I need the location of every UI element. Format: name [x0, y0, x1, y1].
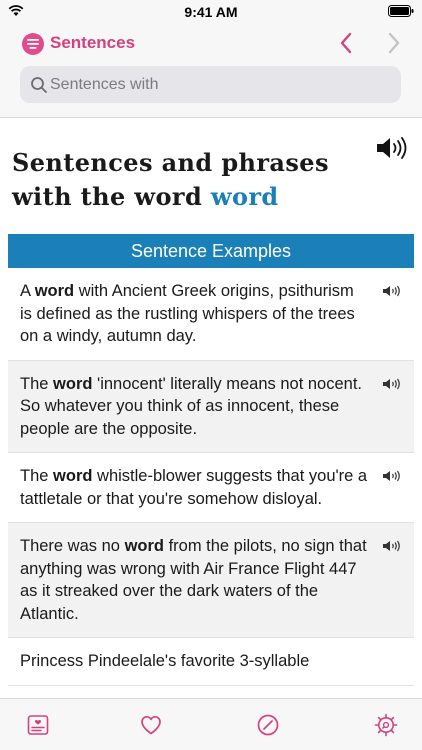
flashcard-icon[interactable] — [26, 713, 50, 737]
speaker-icon[interactable] — [382, 539, 402, 553]
sentence-text: The word whistle-blower suggests that yo… — [20, 467, 368, 508]
list-item[interactable]: A word with Ancient Greek origins, psith… — [8, 268, 414, 361]
list-item[interactable]: Princess Pindeelale's favorite 3-syllabl… — [8, 638, 414, 686]
speaker-icon[interactable] — [382, 469, 402, 483]
status-time: 9:41 AM — [184, 4, 238, 20]
speaker-icon[interactable] — [382, 377, 402, 391]
sentence-text: Princess Pindeelale's favorite 3-syllabl… — [20, 652, 310, 670]
settings-gear-icon[interactable] — [374, 713, 398, 737]
list-icon[interactable] — [22, 33, 44, 55]
speaker-icon[interactable] — [374, 134, 410, 162]
search-input[interactable] — [50, 66, 390, 103]
tab-bar — [0, 698, 422, 750]
sentence-text: The word 'innocent' literally means not … — [20, 374, 362, 438]
battery-icon — [388, 5, 414, 17]
page-title: Sentences and phrases with the word word — [12, 146, 362, 214]
list-item[interactable]: There was no word from the pilots, no si… — [8, 523, 414, 638]
search-icon — [31, 77, 47, 93]
sentence-list: A word with Ancient Greek origins, psith… — [8, 268, 414, 686]
speaker-icon[interactable] — [382, 284, 402, 298]
list-item[interactable]: The word 'innocent' literally means not … — [8, 360, 414, 453]
status-bar: 9:41 AM — [0, 0, 422, 24]
sentence-text: There was no word from the pilots, no si… — [20, 537, 367, 623]
search-box[interactable] — [20, 66, 401, 103]
chevron-right-icon[interactable] — [386, 30, 402, 56]
navigation-header: Sentences — [0, 24, 422, 118]
compass-icon[interactable] — [256, 713, 280, 737]
sentence-text: A word with Ancient Greek origins, psith… — [20, 282, 355, 345]
nav-title[interactable]: Sentences — [50, 33, 135, 53]
page-title-line1: Sentences and phrases — [12, 148, 329, 177]
chevron-left-icon[interactable] — [338, 30, 354, 56]
page-title-keyword: word — [210, 182, 279, 211]
list-item[interactable]: The word whistle-blower suggests that yo… — [8, 453, 414, 523]
heart-icon[interactable] — [139, 713, 163, 737]
section-banner: Sentence Examples — [8, 234, 414, 268]
page-title-line2: with the word — [12, 182, 211, 211]
